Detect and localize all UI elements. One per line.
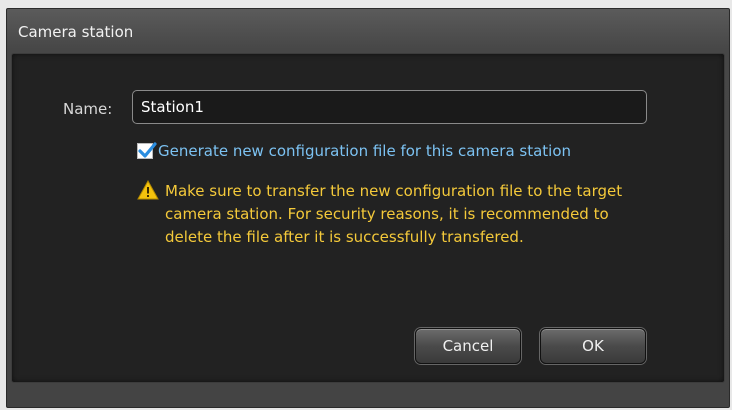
warning-triangle-icon xyxy=(137,179,159,204)
camera-station-dialog: Camera station Name: Generate new config… xyxy=(6,8,730,408)
name-label: Name: xyxy=(63,100,113,118)
ok-button[interactable]: OK xyxy=(540,328,646,364)
checkmark-icon xyxy=(138,142,157,158)
warning-text: Make sure to transfer the new configurat… xyxy=(165,182,623,246)
dialog-content: Name: Generate new configuration file fo… xyxy=(11,53,725,383)
name-input[interactable] xyxy=(132,90,647,124)
dialog-title: Camera station xyxy=(18,23,134,41)
generate-config-checkbox[interactable] xyxy=(137,142,157,159)
cancel-button[interactable]: Cancel xyxy=(415,328,521,364)
generate-config-label: Generate new configuration file for this… xyxy=(158,142,572,160)
generate-config-checkbox-row[interactable]: Generate new configuration file for this… xyxy=(137,142,571,160)
